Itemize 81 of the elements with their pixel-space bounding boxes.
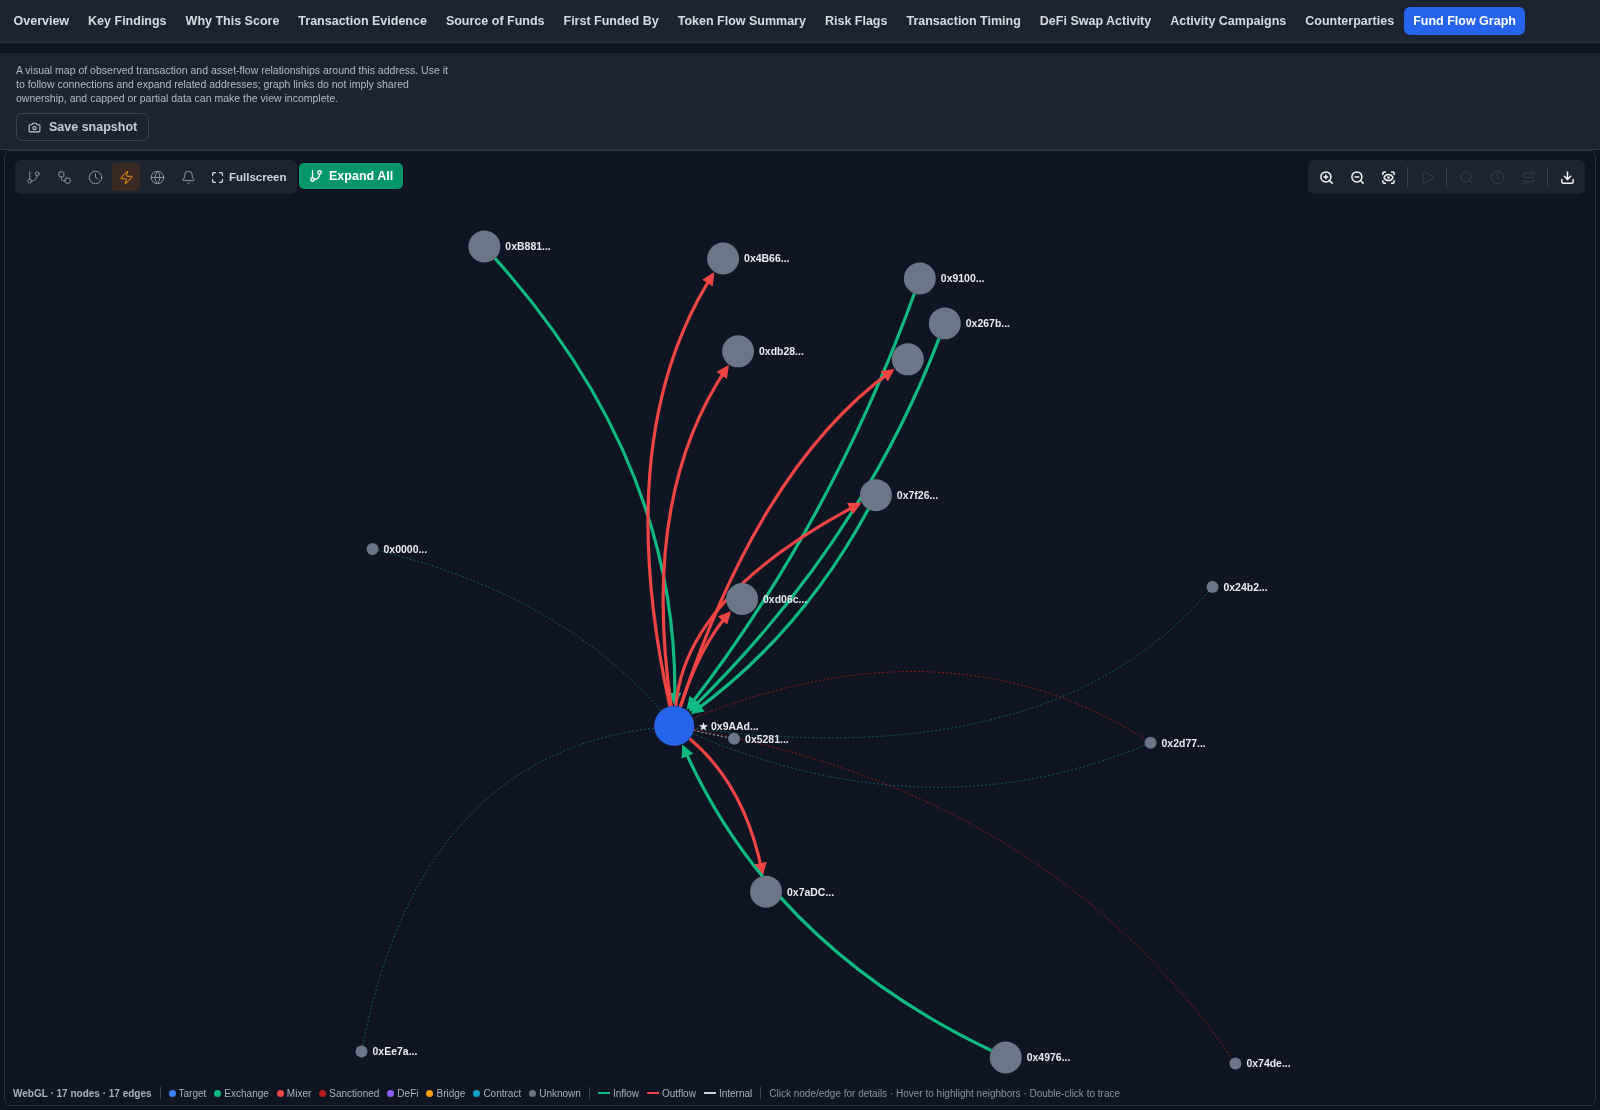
node-label: 0x7aDC... bbox=[787, 886, 835, 898]
graph-node[interactable] bbox=[859, 479, 892, 512]
legend-label: Contract bbox=[483, 1087, 522, 1099]
legend-label: Target bbox=[178, 1087, 207, 1099]
graph-hint: Click node/edge for details · Hover to highlight neighbors · Double-click to trace bbox=[769, 1087, 1120, 1099]
flow-edge[interactable] bbox=[692, 671, 1146, 741]
legend-label: Mixer bbox=[286, 1087, 312, 1099]
legend-label: Internal bbox=[718, 1087, 753, 1099]
branch-icon bbox=[309, 169, 323, 183]
graph-node[interactable] bbox=[989, 1041, 1022, 1074]
section-tab[interactable]: Token Flow Summary bbox=[668, 7, 816, 35]
flow-edge[interactable] bbox=[678, 611, 731, 708]
flow-edge[interactable] bbox=[661, 364, 729, 707]
graph-node[interactable] bbox=[654, 705, 695, 746]
node-label: 0x4B66... bbox=[744, 253, 790, 265]
graph-description: A visual map of observed transaction and asset-flow relationships around this address. Use it to follow connections and expand related addresses; graph links do not imply shared ownership, and capped or partial data can make the view incomplete. bbox=[16, 63, 449, 105]
node-label: ★ 0x9AAd... bbox=[699, 720, 759, 732]
section-tab[interactable]: Activity Campaigns bbox=[1160, 7, 1296, 35]
legend-label: Exchange bbox=[224, 1087, 269, 1099]
section-tab[interactable]: Source of Funds bbox=[436, 7, 554, 35]
node-label: 0x0000... bbox=[383, 544, 428, 556]
graph-node[interactable] bbox=[707, 242, 740, 275]
save-snapshot-button[interactable]: Save snapshot bbox=[16, 113, 150, 141]
graph-node[interactable] bbox=[355, 1045, 368, 1058]
graph-node[interactable] bbox=[728, 732, 741, 745]
flow-edge[interactable] bbox=[690, 508, 870, 714]
graph-node[interactable] bbox=[891, 343, 924, 376]
graph-node[interactable] bbox=[722, 335, 755, 368]
flow-edge[interactable] bbox=[674, 502, 862, 707]
node-label: 0x74de... bbox=[1246, 1058, 1291, 1070]
node-label: 0xB881... bbox=[505, 241, 551, 253]
nodes-icon bbox=[56, 169, 72, 185]
graph-node[interactable] bbox=[1144, 736, 1157, 749]
node-label: 0x267b... bbox=[965, 318, 1011, 330]
graph-node[interactable] bbox=[928, 307, 961, 340]
camera-icon bbox=[28, 120, 41, 134]
section-tab[interactable]: Key Findings bbox=[78, 7, 177, 35]
legend-label: Inflow bbox=[612, 1087, 639, 1099]
node-label: 0x4976... bbox=[1026, 1052, 1071, 1064]
node-label: 0x9100... bbox=[940, 273, 985, 285]
legend-label: Unknown bbox=[539, 1087, 581, 1099]
section-tab[interactable]: Counterparties bbox=[1295, 7, 1404, 35]
node-label: 0x24b2... bbox=[1223, 582, 1268, 594]
section-tab[interactable]: Fund Flow Graph bbox=[1403, 7, 1526, 35]
bell-icon bbox=[180, 169, 196, 185]
node-label: 0xdb28... bbox=[759, 346, 804, 358]
section-tab[interactable]: Why This Score bbox=[176, 7, 289, 35]
section-tab[interactable]: Risk Flags bbox=[815, 7, 897, 35]
graph-node[interactable] bbox=[750, 875, 782, 908]
node-label: 0x2d77... bbox=[1161, 737, 1206, 749]
flow-edge[interactable] bbox=[688, 337, 941, 712]
graph-node[interactable] bbox=[1229, 1057, 1242, 1070]
graph-node[interactable] bbox=[726, 583, 759, 615]
flow-edge[interactable] bbox=[493, 257, 681, 706]
graph-node[interactable] bbox=[468, 230, 501, 263]
expand-all-button[interactable]: Expand All bbox=[299, 163, 404, 189]
graph-stats: WebGL · 17 nodes · 17 edges bbox=[13, 1087, 152, 1099]
lightning-icon bbox=[118, 169, 134, 185]
section-tab[interactable]: First Funded By bbox=[554, 7, 669, 35]
node-label: 0x7f26... bbox=[896, 490, 939, 502]
fullscreen-icon bbox=[211, 170, 224, 184]
section-tab[interactable]: Overview bbox=[4, 7, 79, 35]
legend-label: Bridge bbox=[436, 1087, 466, 1099]
graph-node[interactable] bbox=[1206, 581, 1219, 594]
branch-icon bbox=[25, 169, 41, 185]
clock-icon bbox=[87, 169, 103, 185]
node-label: 0xEe7a... bbox=[372, 1046, 418, 1058]
legend-label: DeFi bbox=[397, 1087, 419, 1099]
flow-edge[interactable] bbox=[681, 744, 993, 1052]
flow-edge[interactable] bbox=[646, 272, 715, 707]
legend-label: Outflow bbox=[662, 1087, 696, 1099]
section-tab[interactable]: DeFi Swap Activity bbox=[1030, 7, 1161, 35]
globe-icon bbox=[149, 169, 165, 185]
graph-node[interactable] bbox=[903, 262, 936, 295]
section-tab[interactable]: Transaction Timing bbox=[896, 7, 1031, 35]
graph-node[interactable] bbox=[366, 543, 379, 556]
flow-edge[interactable] bbox=[693, 729, 1233, 1059]
section-tab[interactable]: Transaction Evidence bbox=[288, 7, 437, 35]
node-label: 0x5281... bbox=[745, 733, 789, 745]
flow-edge[interactable] bbox=[692, 733, 1146, 788]
legend-label: Sanctioned bbox=[329, 1087, 380, 1099]
